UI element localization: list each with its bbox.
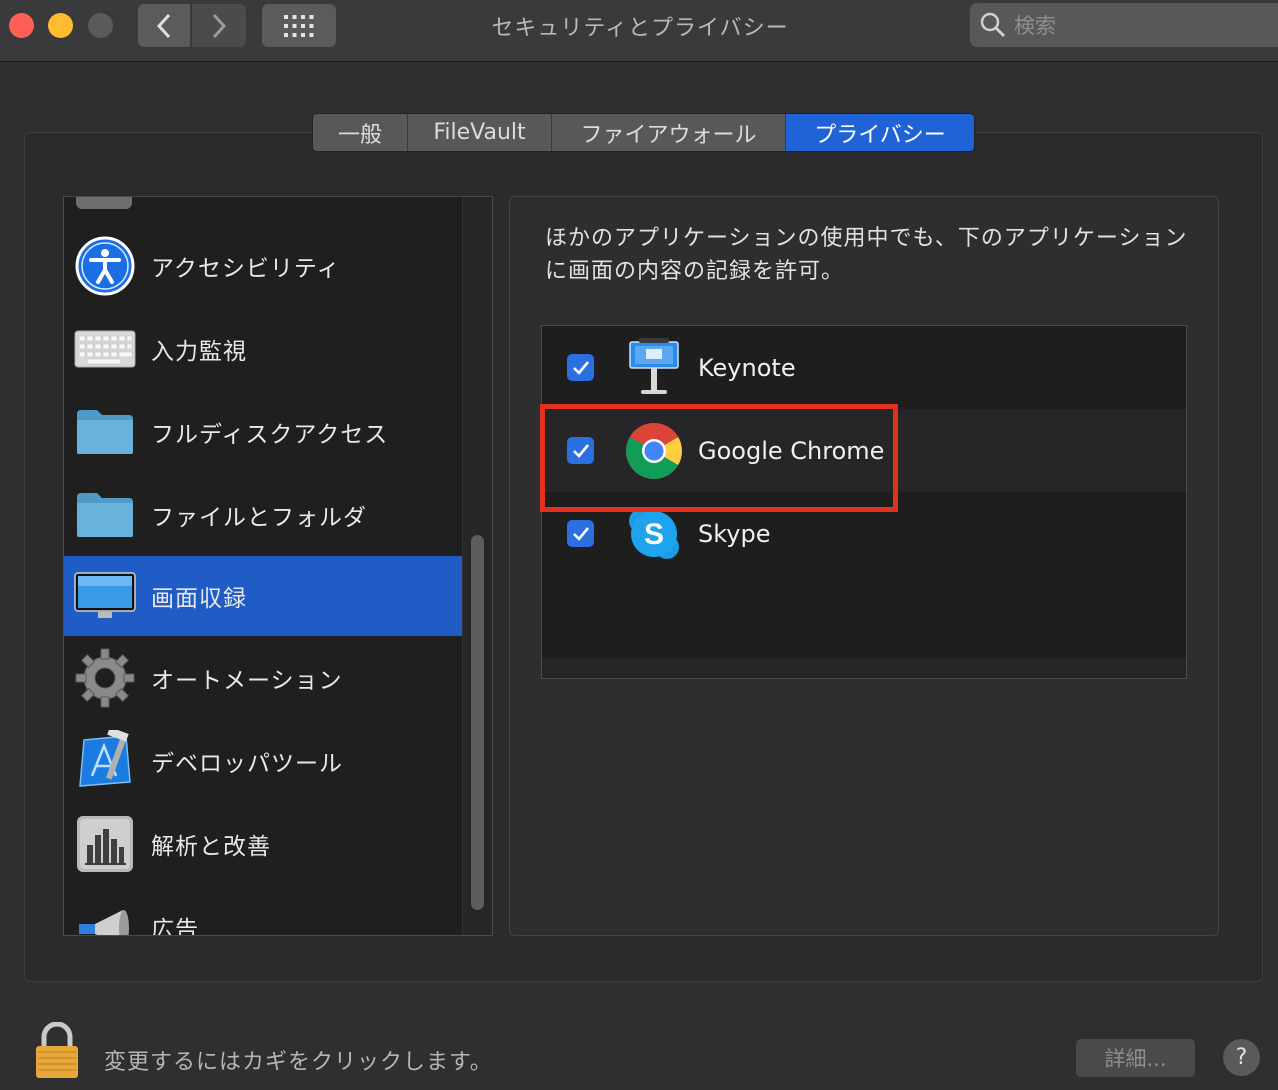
chrome-icon <box>624 420 684 482</box>
sidebar-item-label: 画面収録 <box>151 586 247 612</box>
sidebar-item-label: フルディスクアクセス <box>151 421 389 448</box>
sidebar-item-label: ファイルとフォルダ <box>151 504 367 531</box>
tab-general[interactable]: 一般 <box>313 114 408 151</box>
accessibility-icon <box>74 235 136 297</box>
sidebar-item-label: アクセシビリティ <box>151 255 341 282</box>
checkmark-icon <box>572 360 589 375</box>
sidebar-item-screen-recording[interactable]: 画面収録 <box>64 556 462 636</box>
checkmark-icon <box>572 443 589 458</box>
keyboard-icon <box>74 318 136 380</box>
forward-button[interactable] <box>192 4 246 47</box>
skype-checkbox[interactable] <box>567 520 594 547</box>
zoom-window-button[interactable] <box>88 13 113 38</box>
lock-hint-text: 変更するにはカギをクリックします。 <box>104 1050 493 1075</box>
sidebar-item-label: 広告 <box>151 916 199 936</box>
app-row-google-chrome[interactable]: Google Chrome <box>542 409 1186 492</box>
search-placeholder: 検索 <box>1014 14 1056 38</box>
privacy-category-list[interactable]: アクセシビリティ 入力監視 フルディスクアクセス ファイルとフォルダ 画面収録 … <box>63 196 493 936</box>
sidebar-item-files-and-folders[interactable]: ファイルとフォルダ <box>64 473 462 556</box>
sidebar-item-advertising[interactable]: 広告 <box>64 885 462 936</box>
help-button[interactable]: ? <box>1223 1039 1260 1076</box>
app-name: Skype <box>698 519 771 548</box>
sidebar-scroll-thumb[interactable] <box>471 535 484 910</box>
sidebar-item-full-disk-access[interactable]: フルディスクアクセス <box>64 390 462 473</box>
sidebar-scrollbar[interactable] <box>462 197 492 935</box>
sidebar-item-label: 入力監視 <box>151 338 247 365</box>
window-title: セキュリティとプライバシー <box>491 16 789 41</box>
sidebar-item-analytics[interactable]: 解析と改善 <box>64 802 462 885</box>
app-permission-list[interactable]: Keynote Google Chrome S Skype <box>541 325 1187 679</box>
sidebar-item-developer-tools[interactable]: デベロッパツール <box>64 719 462 802</box>
empty-list-row <box>542 658 1186 678</box>
google-chrome-checkbox[interactable] <box>567 437 594 464</box>
folder-icon <box>74 484 136 546</box>
app-name: Google Chrome <box>698 436 885 465</box>
keynote-checkbox[interactable] <box>567 354 594 381</box>
bar-chart-icon <box>74 813 136 875</box>
lock-button[interactable] <box>34 1021 80 1080</box>
tab-privacy[interactable]: プライバシー <box>786 114 974 151</box>
gear-icon <box>74 647 136 709</box>
checkmark-icon <box>572 526 589 541</box>
folder-icon <box>74 401 136 463</box>
sidebar-item-label: 解析と改善 <box>151 833 271 860</box>
keynote-icon <box>624 337 684 399</box>
megaphone-icon <box>74 896 136 935</box>
forward-chevron-icon <box>212 13 227 38</box>
sidebar-item-label: デベロッパツール <box>151 750 343 777</box>
permission-description: ほかのアプリケーションの使用中でも、下のアプリケーションに画面の内容の記録を許可… <box>545 226 1188 284</box>
minimize-window-button[interactable] <box>48 13 73 38</box>
xcode-icon <box>74 729 136 792</box>
tab-firewall[interactable]: ファイアウォール <box>552 114 786 151</box>
scrolled-item-icon <box>76 197 132 209</box>
sidebar-item-input-monitoring[interactable]: 入力監視 <box>64 307 462 390</box>
app-row-skype[interactable]: S Skype <box>542 492 1186 575</box>
lock-icon <box>36 1021 78 1078</box>
svg-text:S: S <box>644 518 664 551</box>
skype-icon: S <box>624 503 684 565</box>
display-icon <box>74 565 136 627</box>
close-window-button[interactable] <box>9 13 34 38</box>
sidebar-item-accessibility[interactable]: アクセシビリティ <box>64 224 462 307</box>
search-icon <box>980 12 1005 37</box>
tab-filevault[interactable]: FileVault <box>408 114 552 151</box>
sidebar-item-automation[interactable]: オートメーション <box>64 636 462 719</box>
app-name: Keynote <box>698 353 796 382</box>
show-all-button[interactable] <box>262 4 336 47</box>
tab-bar: 一般 FileVault ファイアウォール プライバシー <box>312 113 975 152</box>
back-button[interactable] <box>138 4 190 47</box>
grid-icon <box>284 14 314 37</box>
app-row-keynote[interactable]: Keynote <box>542 326 1186 409</box>
back-chevron-icon <box>156 13 171 38</box>
sidebar-item-label: オートメーション <box>151 667 343 694</box>
title-bar: セキュリティとプライバシー 検索 <box>0 0 1278 62</box>
advanced-button[interactable]: 詳細... <box>1076 1039 1195 1077</box>
search-field[interactable]: 検索 <box>970 3 1278 47</box>
